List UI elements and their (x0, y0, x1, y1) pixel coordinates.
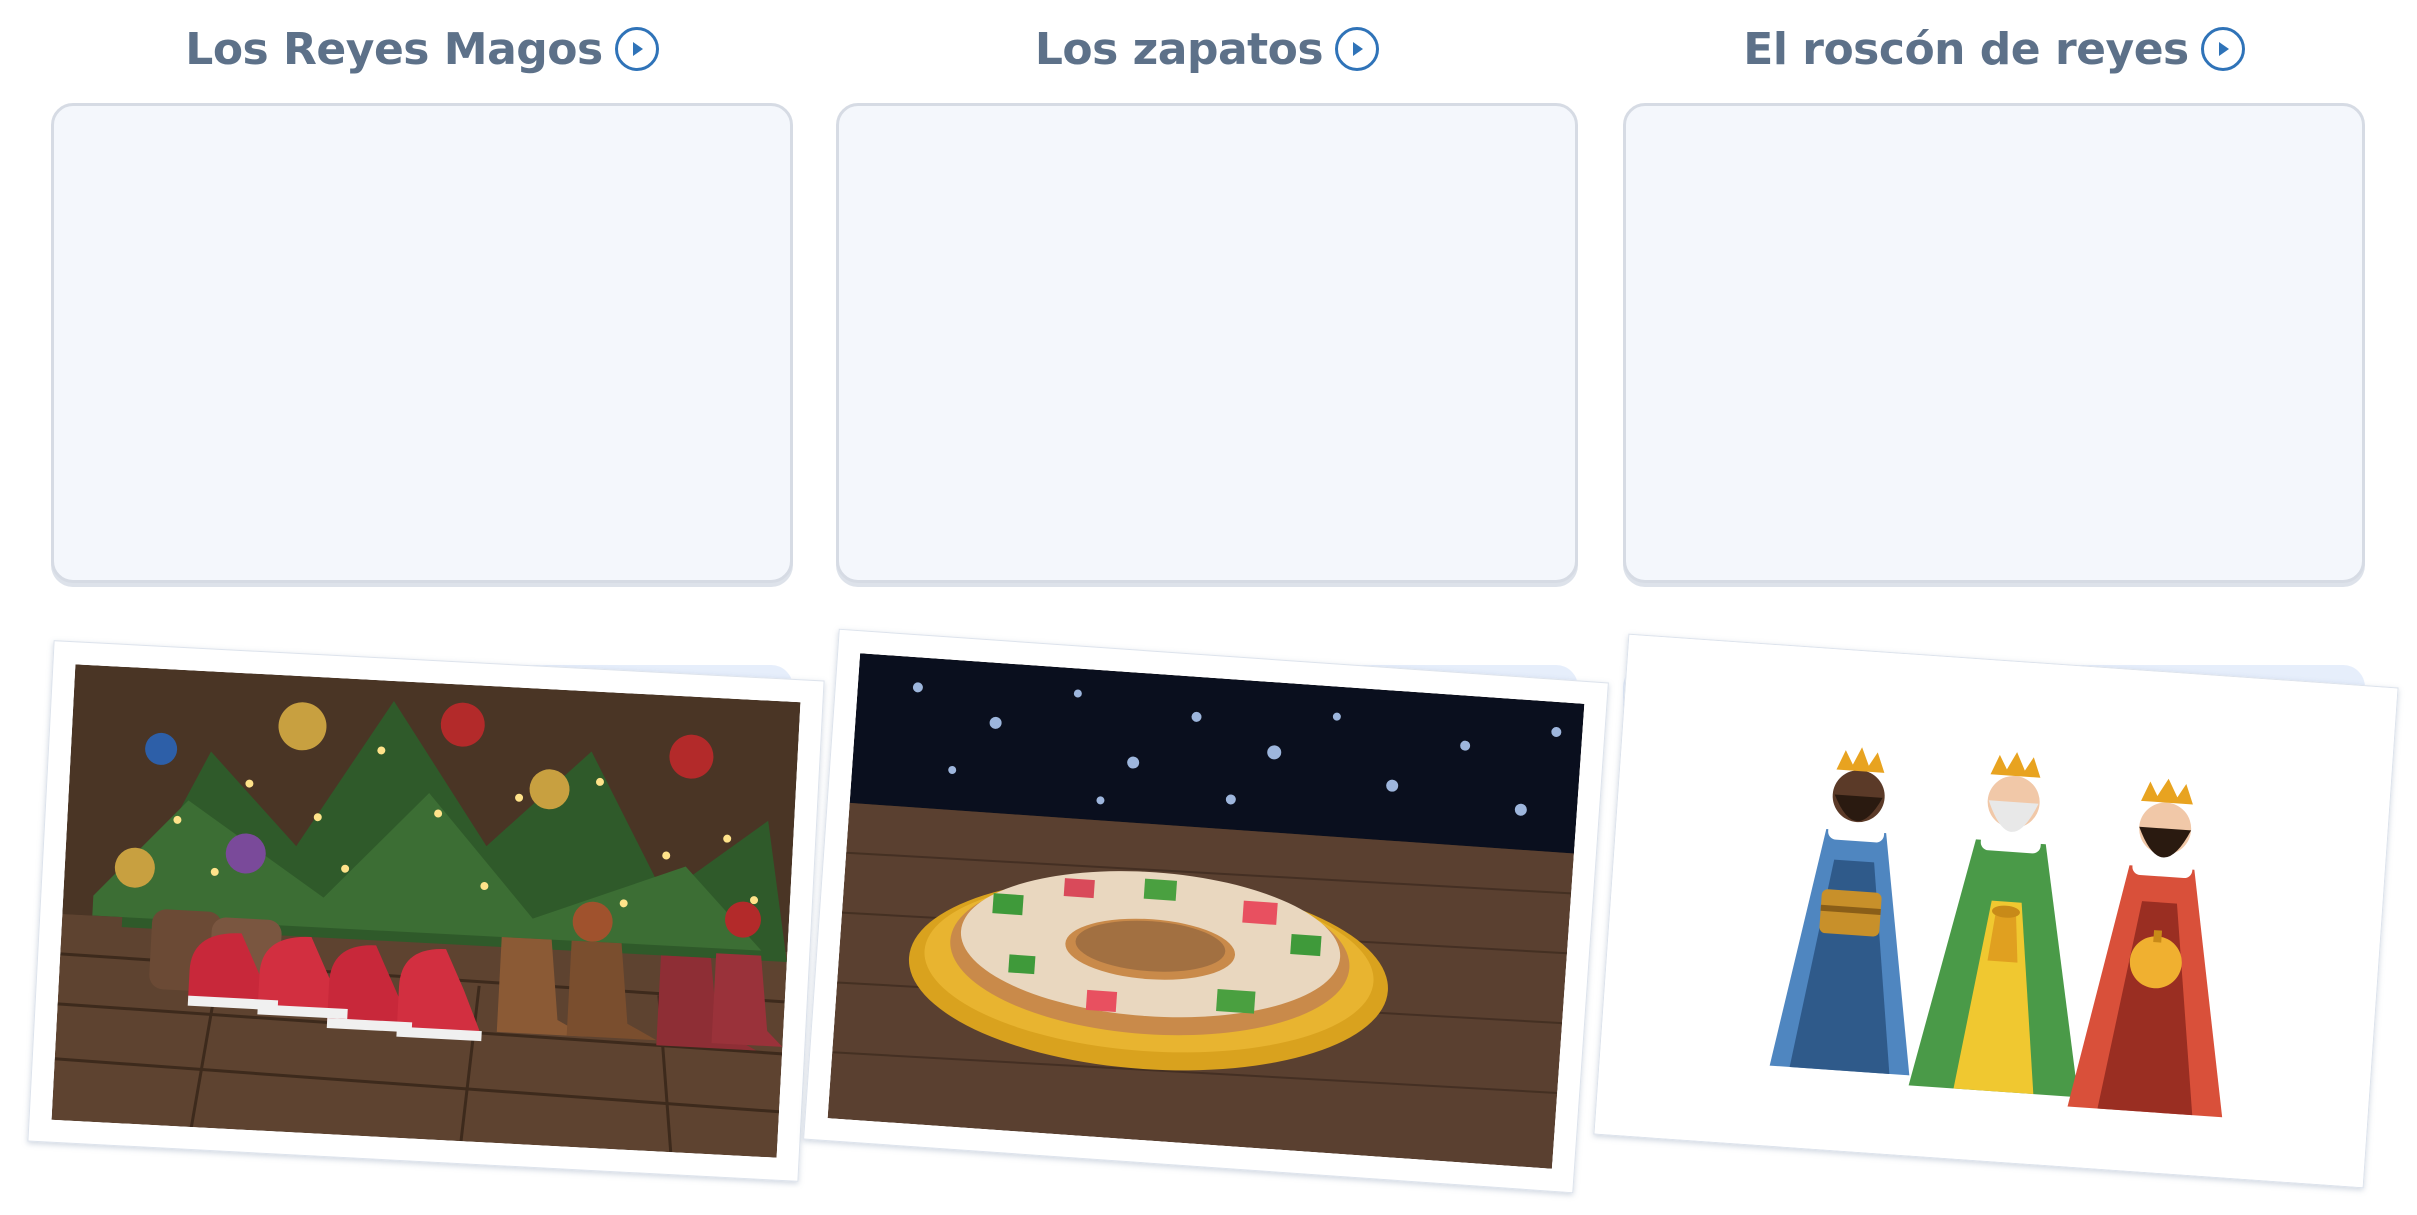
column-title-roscon: El roscón de reyes (1623, 18, 2365, 80)
play-icon (2218, 42, 2229, 56)
image-card-shoes[interactable] (27, 640, 825, 1182)
matching-activity: Los Reyes Magos Los zapatos El roscón de… (0, 0, 2417, 1215)
shoes-under-tree-image (51, 664, 801, 1158)
play-icon (1353, 42, 1364, 56)
column-title-label: Los zapatos (1034, 23, 1324, 75)
play-audio-button[interactable] (1335, 27, 1380, 71)
roscon-photo-icon (827, 653, 1585, 1169)
column-title-label: El roscón de reyes (1743, 23, 2189, 75)
column-title-zapatos: Los zapatos (836, 18, 1578, 80)
three-kings-icon (1769, 747, 2223, 1118)
play-icon (632, 42, 643, 56)
shoes-tree-photo-icon (51, 664, 801, 1158)
drop-zone-reyes-magos[interactable] (51, 103, 793, 583)
wise-men-illustration (1594, 634, 2398, 1188)
roscon-image (827, 653, 1585, 1169)
column-title-label: Los Reyes Magos (185, 23, 603, 75)
play-audio-button[interactable] (614, 27, 659, 71)
play-audio-button[interactable] (2200, 27, 2245, 71)
column-title-reyes-magos: Los Reyes Magos (51, 18, 793, 80)
drop-zone-roscon[interactable] (1623, 103, 2365, 583)
image-card-reyes-magos[interactable] (1593, 633, 2399, 1189)
image-card-roscon[interactable] (803, 628, 1609, 1194)
drop-zone-zapatos[interactable] (836, 103, 1578, 583)
